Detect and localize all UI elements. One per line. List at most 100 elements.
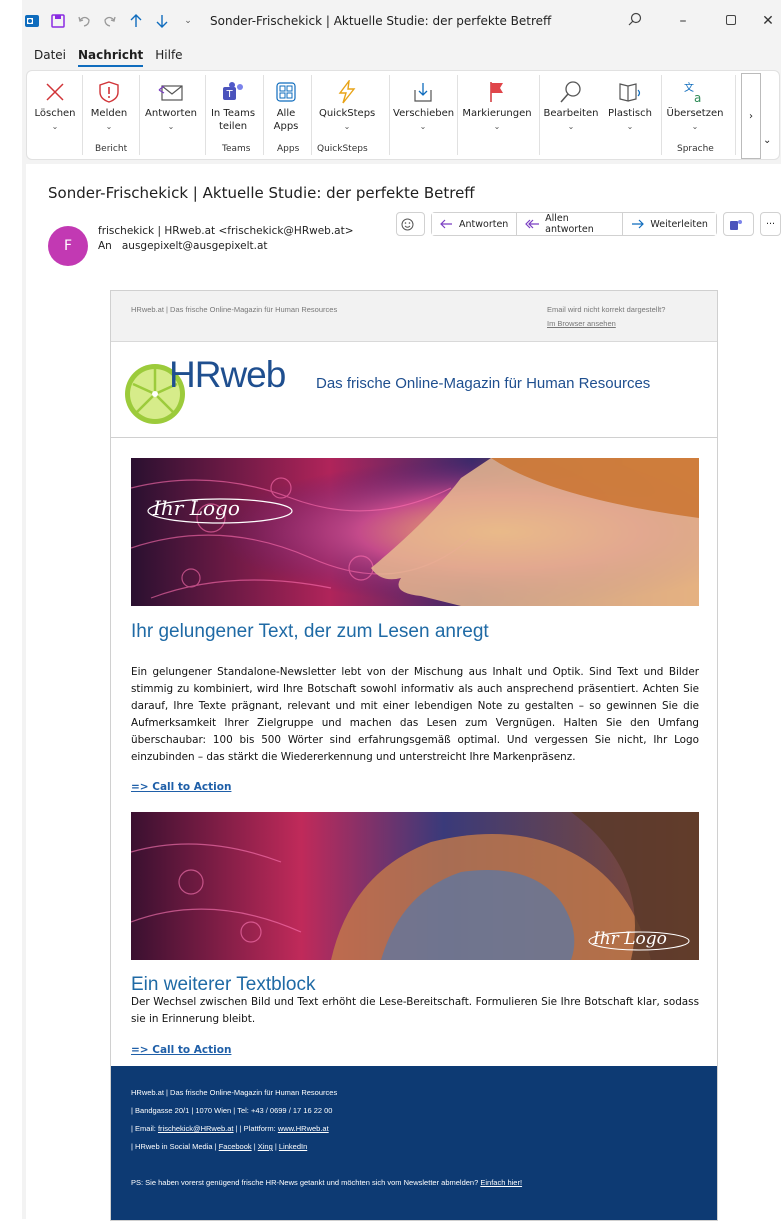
view-in-browser-link[interactable]: Im Browser ansehen <box>547 319 616 328</box>
call-to-action-link-2[interactable]: => Call to Action <box>131 1044 231 1056</box>
body-text-2: Der Wechsel zwischen Bild und Text erhöh… <box>131 996 699 1025</box>
lightning-icon <box>319 77 375 107</box>
reply-button-header[interactable]: Antworten <box>432 213 518 235</box>
unsubscribe-link[interactable]: Einfach hier! <box>480 1178 522 1187</box>
call-to-action-link-1[interactable]: => Call to Action <box>131 781 231 793</box>
heading-2: Ein weiterer Textblock <box>131 974 316 995</box>
svg-text:文: 文 <box>684 81 694 94</box>
footer-contact: | Email: frischekick@HRweb.at | | Plattf… <box>131 1124 329 1133</box>
forward-arrow-icon <box>632 219 645 229</box>
recipient-line: An ausgepixelt@ausgepixelt.at <box>98 240 268 252</box>
newsletter-header: HRweb Das frische Online-Magazin für Hum… <box>111 342 717 438</box>
group-bericht: Bericht <box>95 144 128 154</box>
flags-button[interactable]: Markierungen ⌄ <box>461 77 533 133</box>
undo-icon[interactable] <box>76 13 92 29</box>
group-teams: Teams <box>222 144 251 154</box>
menu-nachricht[interactable]: Nachricht <box>78 48 144 67</box>
menu-bar: Datei Nachricht Hilfe <box>22 48 183 70</box>
footer-unsubscribe: PS: Sie haben vorerst genügend frische H… <box>131 1178 523 1187</box>
all-apps-button[interactable]: Alle Apps <box>267 77 305 133</box>
share-teams-button[interactable]: T In Teams teilen <box>209 77 257 133</box>
menu-hilfe[interactable]: Hilfe <box>155 48 182 65</box>
newsletter-footer: HRweb.at | Das frische Online-Magazin fü… <box>111 1066 717 1220</box>
title-bar: ⌄ Sonder-Frischekick | Aktuelle Studie: … <box>22 0 781 42</box>
footer-line-1: HRweb.at | Das frische Online-Magazin fü… <box>131 1088 338 1097</box>
footer-email-link[interactable]: frischekick@HRweb.at <box>158 1124 234 1133</box>
logo-swoosh <box>147 498 293 524</box>
message-subject: Sonder-Frischekick | Aktuelle Studie: de… <box>48 184 475 202</box>
menu-datei[interactable]: Datei <box>34 48 66 65</box>
svg-text:T: T <box>226 89 234 100</box>
ribbon: Löschen ⌄ Melden ⌄ Bericht Antworten ⌄ T In… <box>26 70 780 160</box>
outlook-window: ⌄ Sonder-Frischekick | Aktuelle Studie: … <box>22 0 781 1221</box>
ribbon-more-button[interactable]: › <box>741 73 761 159</box>
teams-share-button[interactable] <box>722 212 754 236</box>
save-icon[interactable] <box>50 13 66 29</box>
reply-button[interactable]: Antworten ⌄ <box>143 77 199 133</box>
group-apps: Apps <box>277 144 300 154</box>
emoji-button[interactable] <box>396 212 425 236</box>
flag-icon <box>461 77 533 107</box>
newsletter-preheader: HRweb.at | Das frische Online-Magazin fü… <box>111 291 717 342</box>
sender[interactable]: frischekick | HRweb.at <frischekick@HRwe… <box>98 224 354 239</box>
reply-all-button[interactable]: Allen antworten <box>517 213 624 235</box>
message-actions: Antworten Allen antworten Weiterleiten ·… <box>396 212 781 236</box>
outlook-icon <box>24 13 40 29</box>
move-icon <box>393 77 453 107</box>
delete-x-icon <box>33 77 77 107</box>
arrow-up-icon[interactable] <box>128 13 144 29</box>
quicksteps-button[interactable]: QuickSteps ⌄ <box>319 77 375 133</box>
banner-image-2: Ihr Logo <box>131 812 699 960</box>
footer-address: | Bandgasse 20/1 | 1070 Wien | Tel: +43 … <box>131 1106 333 1115</box>
reply-group: Antworten Allen antworten Weiterleiten <box>431 212 717 236</box>
reply-arrow-icon <box>440 219 452 229</box>
newsletter-body: HRweb.at | Das frische Online-Magazin fü… <box>110 290 718 1221</box>
immersive-reader-button[interactable]: Plastisch ⌄ <box>605 77 655 133</box>
teams-icon <box>729 219 742 230</box>
report-button[interactable]: Melden ⌄ <box>87 77 131 133</box>
customize-quick-access-icon[interactable]: ⌄ <box>180 13 196 29</box>
recipient[interactable]: ausgepixelt@ausgepixelt.at <box>122 240 268 252</box>
search-icon[interactable] <box>611 12 659 30</box>
close-icon[interactable]: ✕ <box>755 13 781 29</box>
teams-icon: T <box>209 77 257 107</box>
reply-envelope-icon <box>143 77 199 107</box>
translate-icon: 文a <box>665 77 725 107</box>
banner-image-1: Ihr Logo <box>131 458 699 606</box>
ribbon-expand-icon[interactable]: ⌄ <box>763 135 771 146</box>
facebook-link[interactable]: Facebook <box>219 1142 252 1151</box>
redo-icon[interactable] <box>102 13 118 29</box>
preheader-left: HRweb.at | Das frische Online-Magazin fü… <box>131 305 338 314</box>
more-icon: ··· <box>765 218 775 230</box>
smiley-icon <box>401 218 414 230</box>
more-actions-button[interactable]: ··· <box>759 212 781 236</box>
delete-button[interactable]: Löschen ⌄ <box>33 77 77 133</box>
search-icon <box>543 77 599 107</box>
minimize-icon[interactable]: – <box>659 13 707 29</box>
group-sprache: Sprache <box>677 144 714 154</box>
forward-button[interactable]: Weiterleiten <box>623 213 716 235</box>
move-button[interactable]: Verschieben ⌄ <box>393 77 454 133</box>
brand-logo: HRweb <box>169 354 286 395</box>
logo-swoosh-2 <box>588 931 690 951</box>
preheader-right: Email wird nicht korrekt dargestellt? <box>547 305 666 314</box>
edit-button[interactable]: Bearbeiten ⌄ <box>543 77 599 133</box>
apps-grid-icon <box>267 77 305 107</box>
maximize-icon[interactable] <box>707 13 755 29</box>
message-header: frischekick | HRweb.at <frischekick@HRwe… <box>98 224 354 254</box>
avatar[interactable]: F <box>48 226 88 266</box>
arrow-down-icon[interactable] <box>154 13 170 29</box>
immersive-reader-icon <box>605 77 655 107</box>
group-quicksteps: QuickSteps <box>317 144 368 154</box>
linkedin-link[interactable]: LinkedIn <box>279 1142 307 1151</box>
footer-website-link[interactable]: www.HRweb.at <box>278 1124 329 1133</box>
footer-social: | HRweb in Social Media | Facebook | Xin… <box>131 1142 308 1151</box>
heading-1: Ihr gelungener Text, der zum Lesen anreg… <box>131 621 489 642</box>
translate-button[interactable]: 文a Übersetzen ⌄ <box>665 77 725 133</box>
report-shield-icon <box>87 77 131 107</box>
svg-text:a: a <box>694 91 701 104</box>
reply-all-arrow-icon <box>525 219 540 229</box>
xing-link[interactable]: Xing <box>258 1142 273 1151</box>
tagline: Das frische Online-Magazin für Human Res… <box>316 375 651 392</box>
colorful-face-image <box>131 458 699 606</box>
